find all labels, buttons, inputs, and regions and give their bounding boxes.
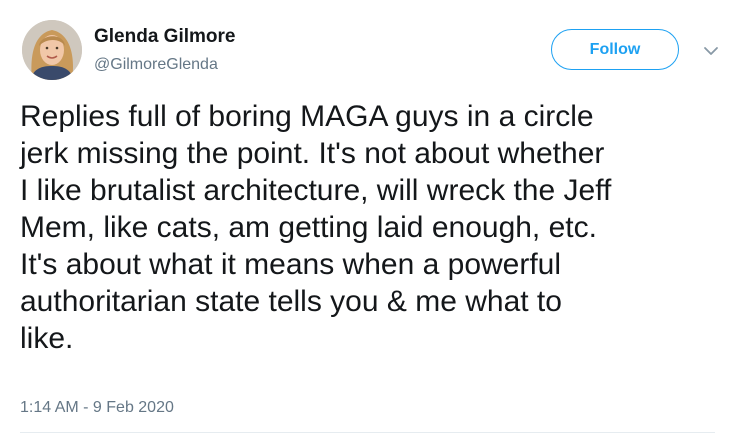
tweet-text: Replies full of boring MAGA guys in a ci…: [20, 100, 612, 355]
chevron-down-icon[interactable]: [702, 44, 720, 58]
tweet-card: Glenda Gilmore @GilmoreGlenda Follow Rep…: [0, 0, 735, 434]
display-name[interactable]: Glenda Gilmore: [94, 26, 235, 48]
avatar[interactable]: [22, 20, 82, 80]
avatar-photo: [22, 20, 82, 80]
chevron-down-icon-glyph: [704, 47, 718, 55]
user-handle[interactable]: @GilmoreGlenda: [94, 55, 218, 75]
tweet-timestamp[interactable]: 1:14 AM - 9 Feb 2020: [20, 398, 174, 418]
follow-button[interactable]: Follow: [551, 29, 679, 70]
divider: [20, 432, 715, 433]
